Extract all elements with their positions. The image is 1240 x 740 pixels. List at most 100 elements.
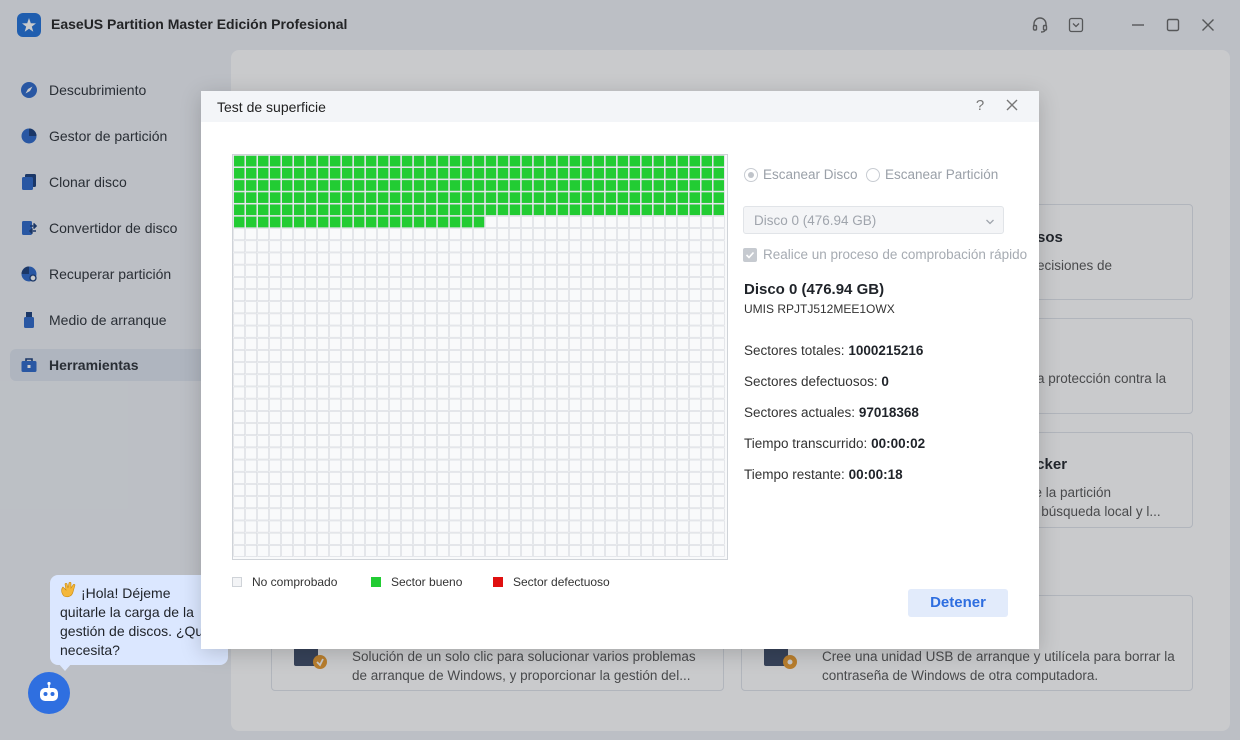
- sector-cell-unchecked: [365, 508, 377, 521]
- assistant-robot-icon[interactable]: [28, 672, 70, 714]
- sector-cell-unchecked: [329, 545, 341, 557]
- sector-cell-unchecked: [377, 532, 389, 545]
- surface-test-dialog: Test de superficie ? No comprobado Secto…: [201, 91, 1039, 649]
- quick-check-option[interactable]: Realice un proceso de comprobación rápid…: [743, 247, 1027, 262]
- sector-cell-unchecked: [425, 301, 437, 314]
- sector-cell-unchecked: [485, 350, 497, 362]
- sector-cell-unchecked: [509, 545, 521, 557]
- sector-cell-unchecked: [485, 484, 497, 496]
- sector-cell-unchecked: [377, 228, 389, 241]
- sector-cell-unchecked: [233, 337, 246, 350]
- sector-cell-unchecked: [689, 435, 701, 448]
- sector-cell-unchecked: [305, 313, 317, 326]
- sector-cell-unchecked: [401, 350, 413, 362]
- legend-label: No comprobado: [252, 575, 338, 589]
- scan-disk-radio[interactable]: Escanear Disco: [744, 167, 858, 182]
- sector-cell-unchecked: [653, 252, 665, 265]
- sector-cell-unchecked: [389, 289, 401, 301]
- sector-cell-good: [317, 191, 329, 204]
- sector-cell-good: [557, 179, 569, 192]
- sector-cell-good: [617, 191, 629, 204]
- sector-cell-unchecked: [341, 374, 353, 387]
- sector-cell-unchecked: [365, 411, 377, 423]
- sector-cell-unchecked: [689, 228, 701, 241]
- sector-cell-unchecked: [617, 350, 629, 362]
- sector-cell-unchecked: [545, 252, 557, 265]
- sector-cell-unchecked: [557, 423, 569, 435]
- sector-cell-good: [233, 203, 246, 216]
- sector-cell-unchecked: [425, 337, 437, 350]
- sector-cell-unchecked: [449, 447, 461, 460]
- sector-cell-good: [437, 203, 449, 216]
- sector-cell-good: [569, 191, 581, 204]
- sector-cell-unchecked: [449, 545, 461, 557]
- sector-cell-unchecked: [617, 374, 629, 387]
- sector-cell-unchecked: [485, 496, 497, 509]
- sector-cell-unchecked: [701, 471, 713, 484]
- sector-cell-good: [461, 216, 473, 228]
- sector-cell-unchecked: [329, 252, 341, 265]
- sector-cell-unchecked: [281, 471, 293, 484]
- sector-cell-unchecked: [437, 337, 449, 350]
- sector-cell-good: [377, 203, 389, 216]
- sector-cell-unchecked: [341, 459, 353, 472]
- sector-cell-unchecked: [557, 545, 569, 557]
- sector-cell-unchecked: [712, 264, 725, 277]
- sector-cell-unchecked: [593, 362, 605, 375]
- sector-cell-unchecked: [521, 350, 533, 362]
- sector-cell-unchecked: [689, 252, 701, 265]
- sector-cell-good: [653, 155, 665, 167]
- sector-cell-unchecked: [305, 484, 317, 496]
- sector-cell-unchecked: [545, 496, 557, 509]
- sector-cell-good: [521, 191, 533, 204]
- sector-cell-unchecked: [353, 423, 365, 435]
- sector-cell-unchecked: [437, 545, 449, 557]
- sector-cell-unchecked: [365, 350, 377, 362]
- sector-cell-unchecked: [701, 301, 713, 314]
- help-icon[interactable]: ?: [971, 97, 989, 115]
- sector-cell-unchecked: [269, 411, 281, 423]
- sector-cell-good: [653, 191, 665, 204]
- sector-cell-good: [305, 179, 317, 192]
- sector-cell-unchecked: [641, 447, 653, 460]
- sector-cell-good: [353, 216, 365, 228]
- sector-cell-unchecked: [437, 301, 449, 314]
- sector-cell-unchecked: [329, 362, 341, 375]
- sector-cell-unchecked: [341, 325, 353, 338]
- sector-cell-unchecked: [377, 435, 389, 448]
- sector-cell-unchecked: [353, 520, 365, 533]
- sector-cell-unchecked: [677, 350, 689, 362]
- sector-cell-unchecked: [677, 545, 689, 557]
- sector-cell-unchecked: [629, 277, 641, 289]
- sector-cell-unchecked: [569, 325, 581, 338]
- sector-cell-unchecked: [365, 301, 377, 314]
- sector-cell-good: [712, 155, 725, 167]
- stop-button[interactable]: Detener: [908, 589, 1008, 617]
- sector-cell-unchecked: [269, 435, 281, 448]
- sector-cell-unchecked: [581, 545, 593, 557]
- sector-cell-unchecked: [413, 313, 425, 326]
- sector-cell-unchecked: [581, 362, 593, 375]
- sector-cell-unchecked: [329, 496, 341, 509]
- bad-swatch: [493, 577, 503, 587]
- sector-cell-unchecked: [677, 362, 689, 375]
- scan-partition-radio[interactable]: Escanear Partición: [866, 167, 998, 182]
- sector-cell-unchecked: [293, 484, 305, 496]
- sector-cell-unchecked: [605, 325, 617, 338]
- sector-cell-unchecked: [641, 398, 653, 411]
- sector-cell-unchecked: [413, 240, 425, 253]
- sector-cell-unchecked: [245, 277, 258, 289]
- sector-cell-unchecked: [269, 520, 281, 533]
- sector-cell-unchecked: [677, 374, 689, 387]
- sector-cell-good: [401, 216, 413, 228]
- sector-cell-unchecked: [533, 411, 545, 423]
- sector-cell-unchecked: [509, 423, 521, 435]
- app-window: EaseUS Partition Master Edición Profesio…: [0, 0, 1240, 740]
- sector-cell-unchecked: [641, 520, 653, 533]
- sector-cell-unchecked: [641, 240, 653, 253]
- sector-cell-unchecked: [581, 411, 593, 423]
- disk-select[interactable]: Disco 0 (476.94 GB): [743, 206, 1004, 234]
- sector-cell-unchecked: [269, 398, 281, 411]
- close-icon[interactable]: [1005, 98, 1023, 116]
- sector-cell-good: [269, 167, 281, 180]
